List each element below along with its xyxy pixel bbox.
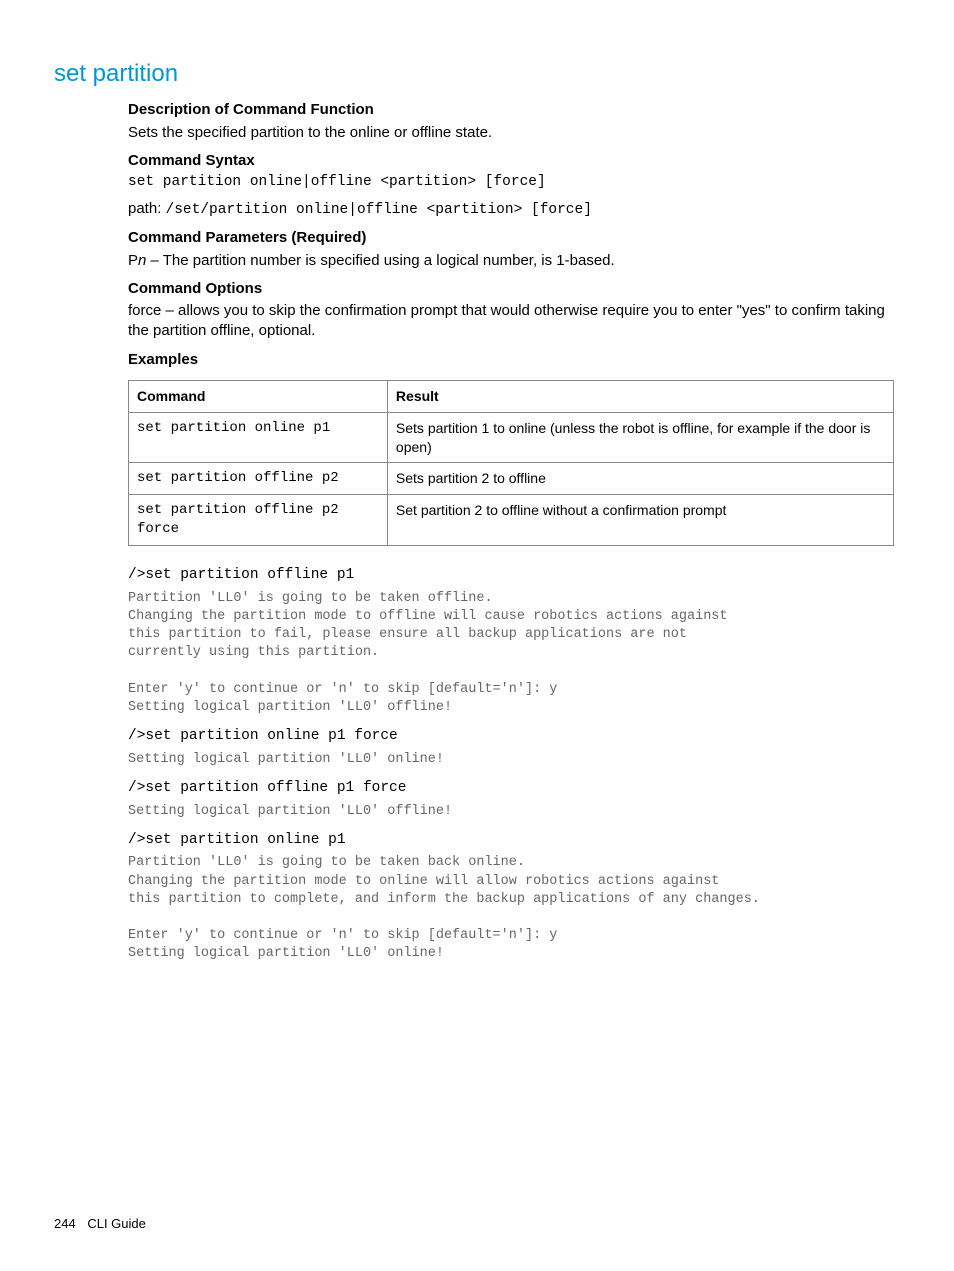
td-result: Sets partition 1 to online (unless the r… [387,412,893,463]
examples-table: Command Result set partition online p1 S… [128,380,894,546]
example-command: />set partition online p1 force [128,727,894,747]
heading-examples: Examples [128,350,894,370]
example-command: />set partition online p1 [128,831,894,851]
td-command: set partition offline p2 force [129,495,388,546]
td-command: set partition offline p2 [129,463,388,495]
param-text: – The partition number is specified usin… [146,252,614,269]
example-output: Setting logical partition 'LL0' online! [128,751,894,769]
page-title: set partition [54,58,894,90]
td-result: Sets partition 2 to offline [387,463,893,495]
heading-parameters: Command Parameters (Required) [128,228,894,248]
content-body: Description of Command Function Sets the… [128,100,894,963]
th-result: Result [387,380,893,412]
path-value: /set/partition online|offline <partition… [166,202,592,218]
td-result: Set partition 2 to offline without a con… [387,495,893,546]
page-footer: 244 CLI Guide [54,1215,146,1233]
heading-description: Description of Command Function [128,100,894,120]
text-description: Sets the specified partition to the onli… [128,123,894,143]
footer-section: CLI Guide [87,1216,146,1231]
example-output: Partition 'LL0' is going to be taken bac… [128,854,894,963]
syntax-path: path: /set/partition online|offline <par… [128,199,894,221]
example-command: />set partition offline p1 [128,566,894,586]
example-command: />set partition offline p1 force [128,779,894,799]
table-row: set partition online p1 Sets partition 1… [129,412,894,463]
heading-syntax: Command Syntax [128,151,894,171]
path-label: path: [128,200,166,217]
syntax-line: set partition online|offline <partition>… [128,173,894,193]
table-row: set partition offline p2 Sets partition … [129,463,894,495]
page-number: 244 [54,1216,76,1231]
th-command: Command [129,380,388,412]
table-header-row: Command Result [129,380,894,412]
heading-options: Command Options [128,279,894,299]
example-output: Setting logical partition 'LL0' offline! [128,803,894,821]
param-prefix: P [128,252,138,269]
td-command: set partition online p1 [129,412,388,463]
example-output: Partition 'LL0' is going to be taken off… [128,590,894,718]
text-parameters: Pn – The partition number is specified u… [128,251,894,271]
table-row: set partition offline p2 force Set parti… [129,495,894,546]
text-options: force – allows you to skip the confirmat… [128,301,894,342]
